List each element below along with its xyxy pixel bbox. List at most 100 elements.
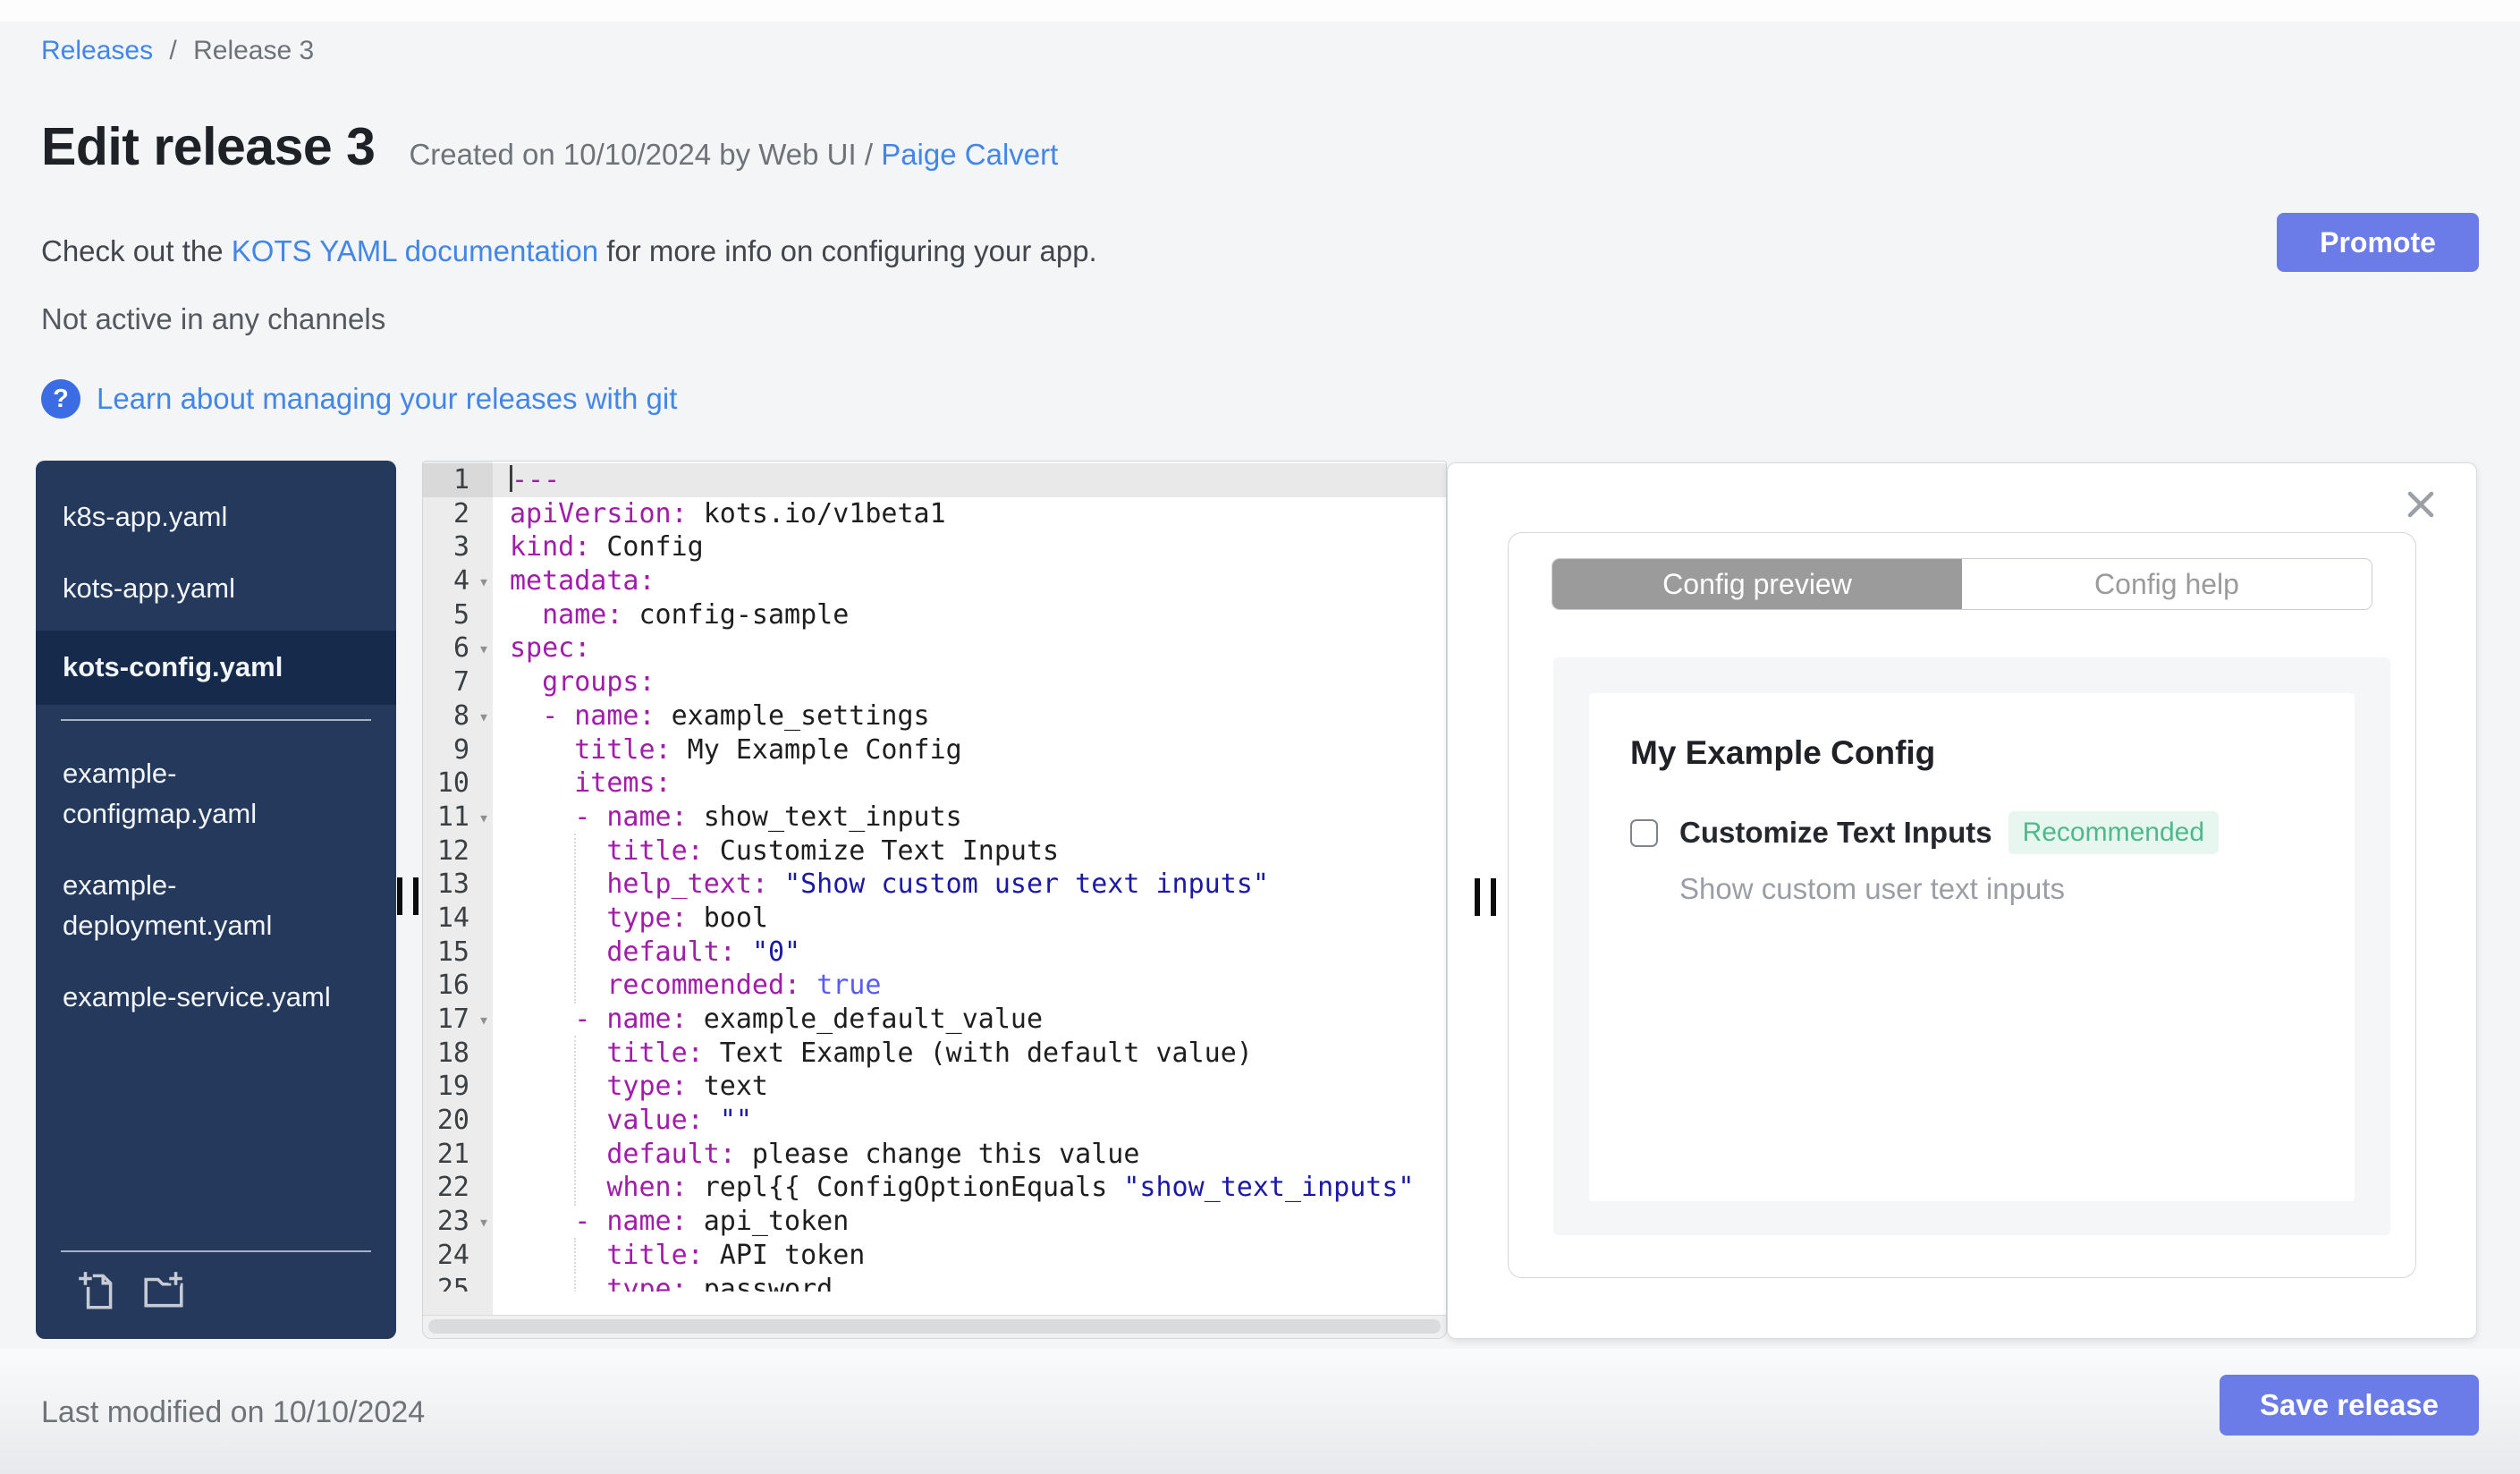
config-item-label: Customize Text Inputs bbox=[1679, 816, 1992, 849]
line-number: 18 bbox=[436, 1037, 469, 1069]
line-number: 22 bbox=[436, 1172, 469, 1204]
sidebar-resize-handle[interactable] bbox=[397, 877, 419, 915]
editor-line-6[interactable]: 6 ▾ spec: bbox=[423, 631, 1446, 665]
git-releases-link[interactable]: Learn about managing your releases with … bbox=[97, 382, 677, 416]
sidebar-footer bbox=[36, 1250, 396, 1339]
scrollbar-thumb[interactable] bbox=[428, 1319, 1441, 1334]
line-number: 16 bbox=[436, 970, 469, 1002]
channel-status: Not active in any channels bbox=[41, 302, 386, 335]
line-code: apiVersion: kots.io/v1beta1 bbox=[510, 497, 946, 529]
editor-line-19[interactable]: 19 type: text bbox=[423, 1069, 1446, 1106]
indent-guide bbox=[574, 1271, 576, 1292]
line-number: 17 ▾ bbox=[423, 1003, 493, 1037]
indent-guide bbox=[574, 1035, 576, 1072]
editor-line-1[interactable]: 1 --- bbox=[423, 463, 1446, 497]
line-code: type: password bbox=[493, 1271, 1446, 1292]
editor-line-5[interactable]: 5 name: config-sample bbox=[423, 598, 1446, 632]
file-item-example-deployment.yaml[interactable]: example-deployment.yaml bbox=[36, 856, 396, 956]
fold-arrow-icon[interactable]: ▾ bbox=[478, 565, 489, 599]
recommended-badge: Recommended bbox=[2008, 811, 2220, 854]
line-number: 21 bbox=[436, 1138, 469, 1170]
editor-line-8[interactable]: 8 ▾ - name: example_settings bbox=[423, 699, 1446, 733]
new-folder-icon[interactable] bbox=[141, 1268, 186, 1317]
line-code: help_text: "Show custom user text inputs… bbox=[493, 867, 1446, 902]
file-item-k8s-app.yaml[interactable]: k8s-app.yaml bbox=[36, 487, 396, 547]
editor-line-18[interactable]: 18 title: Text Example (with default val… bbox=[423, 1035, 1446, 1072]
indent-guide bbox=[574, 1136, 576, 1173]
line-code: groups: bbox=[542, 666, 655, 699]
customize-text-inputs-checkbox[interactable] bbox=[1630, 818, 1658, 847]
editor-line-2[interactable]: 2 apiVersion: kots.io/v1beta1 bbox=[423, 497, 1446, 531]
editor-line-23[interactable]: 23 ▾ - name: api_token bbox=[423, 1205, 1446, 1239]
question-mark-icon: ? bbox=[41, 379, 80, 419]
line-code: title: Text Example (with default value) bbox=[493, 1035, 1446, 1072]
breadcrumb: Releases / Release 3 bbox=[41, 36, 314, 66]
editor-line-20[interactable]: 20 value: "" bbox=[423, 1103, 1446, 1139]
main-content: k8s-app.yaml kots-app.yaml kots-config.yam… bbox=[0, 461, 2520, 1339]
file-list: k8s-app.yaml kots-app.yaml kots-config.yam… bbox=[36, 487, 396, 1028]
breadcrumb-releases-link[interactable]: Releases bbox=[41, 36, 153, 65]
footer: Last modified on 10/10/2024 Save release bbox=[0, 1349, 2520, 1474]
config-item-row: Customize Text Inputs Recommended bbox=[1630, 811, 2355, 854]
editor-line-12[interactable]: 12 title: Customize Text Inputs bbox=[423, 833, 1446, 869]
line-code: - name: example_settings bbox=[542, 699, 930, 732]
file-item-kots-app.yaml[interactable]: kots-app.yaml bbox=[36, 559, 396, 619]
editor-line-16[interactable]: 16 recommended: true bbox=[423, 968, 1446, 1004]
file-item-kots-config.yaml[interactable]: kots-config.yaml bbox=[36, 630, 396, 705]
editor-line-9[interactable]: 9 title: My Example Config bbox=[423, 733, 1446, 767]
editor-line-10[interactable]: 10 items: bbox=[423, 767, 1446, 801]
editor-line-4[interactable]: 4 ▾ metadata: bbox=[423, 564, 1446, 598]
line-code: - name: show_text_inputs bbox=[574, 801, 962, 833]
editor-line-15[interactable]: 15 default: "0" bbox=[423, 934, 1446, 970]
tab-config-help[interactable]: Config help bbox=[1962, 559, 2372, 609]
fold-arrow-icon[interactable]: ▾ bbox=[478, 1206, 489, 1240]
editor-line-22[interactable]: 22 when: repl{{ ConfigOptionEquals "show… bbox=[423, 1170, 1446, 1207]
indent-guide bbox=[574, 1103, 576, 1139]
config-item-help-text: Show custom user text inputs bbox=[1679, 872, 2066, 905]
file-item-example-configmap.yaml[interactable]: example-configmap.yaml bbox=[36, 744, 396, 844]
fold-arrow-icon[interactable]: ▾ bbox=[478, 801, 489, 835]
indent-guide bbox=[574, 1069, 576, 1106]
editor-horizontal-scrollbar[interactable] bbox=[423, 1315, 1446, 1338]
file-item-example-service.yaml[interactable]: example-service.yaml bbox=[36, 968, 396, 1028]
fold-arrow-icon[interactable]: ▾ bbox=[478, 700, 489, 734]
preview-card: Config preview Config help My Example Con… bbox=[1508, 532, 2416, 1278]
line-code: when: repl{{ ConfigOptionEquals "show_te… bbox=[493, 1170, 1446, 1207]
editor-line-17[interactable]: 17 ▾ - name: example_default_value bbox=[423, 1003, 1446, 1037]
line-code: - name: example_default_value bbox=[574, 1004, 1044, 1035]
file-list-divider bbox=[61, 718, 371, 721]
close-icon[interactable] bbox=[2405, 488, 2437, 521]
save-release-button[interactable]: Save release bbox=[2220, 1375, 2479, 1436]
editor-line-24[interactable]: 24 title: API token bbox=[423, 1237, 1446, 1274]
editor-line-3[interactable]: 3 kind: Config bbox=[423, 530, 1446, 564]
line-number: 24 bbox=[436, 1239, 469, 1271]
line-number: 23 ▾ bbox=[423, 1205, 493, 1239]
line-code: kind: Config bbox=[510, 531, 704, 563]
yaml-editor[interactable]: 1 --- 2 apiVersion: kots.io/v1beta1 3 kind: C… bbox=[422, 461, 1447, 1339]
author-link[interactable]: Paige Calvert bbox=[881, 138, 1058, 171]
editor-line-14[interactable]: 14 type: bool bbox=[423, 900, 1446, 936]
doc-text-suffix: for more info on configuring your app. bbox=[598, 234, 1097, 267]
editor-line-25[interactable]: 25 type: password bbox=[423, 1271, 1446, 1292]
tab-config-preview[interactable]: Config preview bbox=[1552, 559, 1962, 609]
line-code: default: please change this value bbox=[493, 1136, 1446, 1173]
editor-line-7[interactable]: 7 groups: bbox=[423, 665, 1446, 699]
indent-guide bbox=[574, 1170, 576, 1207]
line-code: - name: api_token bbox=[574, 1206, 850, 1238]
fold-arrow-icon[interactable]: ▾ bbox=[478, 1004, 489, 1038]
kots-yaml-doc-link[interactable]: KOTS YAML documentation bbox=[232, 234, 598, 267]
editor-line-13[interactable]: 13 help_text: "Show custom user text inp… bbox=[423, 867, 1446, 902]
line-code: spec: bbox=[510, 632, 591, 665]
fold-arrow-icon[interactable]: ▾ bbox=[478, 632, 489, 666]
editor-lines: 1 --- 2 apiVersion: kots.io/v1beta1 3 kind: C… bbox=[423, 463, 1446, 1292]
panel-resize-handle[interactable] bbox=[1475, 878, 1496, 916]
line-code: type: text bbox=[493, 1069, 1446, 1106]
new-file-icon[interactable] bbox=[75, 1268, 120, 1317]
line-code: title: Customize Text Inputs bbox=[493, 833, 1446, 869]
last-modified-text: Last modified on 10/10/2024 bbox=[41, 1395, 426, 1429]
editor-line-21[interactable]: 21 default: please change this value bbox=[423, 1136, 1446, 1173]
config-group-title: My Example Config bbox=[1630, 734, 1936, 771]
promote-button[interactable]: Promote bbox=[2277, 213, 2479, 272]
editor-line-11[interactable]: 11 ▾ - name: show_text_inputs bbox=[423, 801, 1446, 834]
top-strip bbox=[0, 0, 2520, 21]
